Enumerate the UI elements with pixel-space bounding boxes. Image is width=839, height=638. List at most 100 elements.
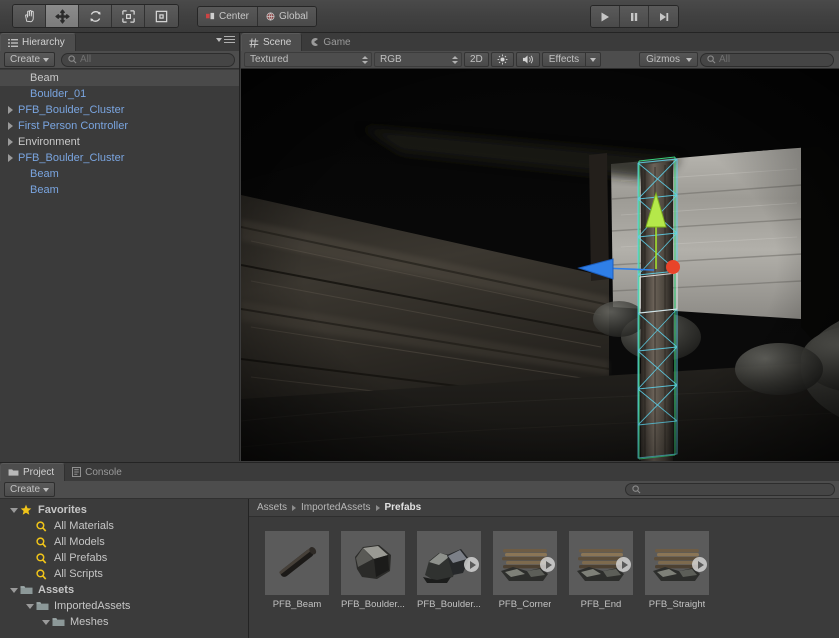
space-mode-button[interactable]: Global — [258, 6, 316, 26]
asset-item[interactable]: PFB_Boulder... — [341, 531, 405, 638]
hierarchy-item[interactable]: PFB_Boulder_Cluster — [0, 102, 239, 118]
toggle-audio-button[interactable] — [515, 52, 540, 67]
move-tool-button[interactable] — [46, 5, 79, 27]
prefab-expand-icon[interactable] — [540, 557, 555, 572]
space-mode-label: Global — [279, 10, 308, 22]
step-button[interactable] — [649, 6, 678, 27]
gizmos-dropdown-arrow[interactable] — [686, 57, 697, 62]
asset-thumbnail[interactable] — [417, 531, 481, 595]
asset-grid[interactable]: PFB_Beam PFB_Boulder... PFB_Boulder... PFB_… — [249, 517, 839, 638]
asset-thumbnail[interactable] — [493, 531, 557, 595]
chevron-right-icon — [7, 106, 13, 114]
expand-toggle[interactable] — [4, 106, 16, 114]
asset-label: PFB_Beam — [272, 599, 322, 610]
project-tree-item[interactable]: All Prefabs — [0, 550, 248, 566]
breadcrumb-item[interactable]: Assets — [257, 502, 287, 513]
tab-hierarchy[interactable]: Hierarchy — [0, 33, 76, 51]
draw-mode-dropdown[interactable]: Textured — [244, 52, 372, 67]
hand-tool-button[interactable] — [13, 5, 46, 27]
prefab-expand-icon[interactable] — [616, 557, 631, 572]
project-tree-label: All Prefabs — [54, 552, 108, 564]
asset-label: PFB_Boulder... — [341, 599, 405, 610]
project-tree-item[interactable]: All Materials — [0, 518, 248, 534]
prefab-expand-icon[interactable] — [692, 557, 707, 572]
hierarchy-panel: Hierarchy Create All Beam Boulder_01 PFB… — [0, 33, 240, 461]
project-tree-label: Favorites — [38, 504, 87, 516]
folder-icon — [20, 585, 35, 595]
rotate-tool-button[interactable] — [79, 5, 112, 27]
breadcrumb-item[interactable]: ImportedAssets — [301, 502, 370, 513]
updown-icon — [362, 55, 368, 64]
collapse-toggle[interactable] — [8, 587, 20, 593]
collapse-toggle[interactable] — [24, 603, 36, 609]
hierarchy-item-label: Environment — [18, 136, 80, 148]
breadcrumb-item[interactable]: Prefabs — [385, 502, 422, 513]
hierarchy-panel-menu[interactable] — [216, 36, 235, 43]
rotate-icon — [89, 10, 101, 22]
breadcrumb-separator — [375, 504, 380, 511]
hierarchy-item[interactable]: Boulder_01 — [0, 86, 239, 102]
pivot-space-group: Center Global — [197, 5, 317, 27]
project-create-button[interactable]: Create — [4, 482, 56, 497]
effects-button[interactable]: Effects — [541, 52, 602, 67]
hierarchy-search-input[interactable]: All — [61, 52, 235, 67]
hierarchy-item[interactable]: Beam — [0, 182, 239, 198]
pivot-center-icon — [206, 12, 215, 19]
expand-toggle[interactable] — [4, 122, 16, 130]
prefab-expand-icon[interactable] — [464, 557, 479, 572]
expand-toggle[interactable] — [4, 138, 16, 146]
project-tree-item[interactable]: ImportedAssets — [0, 598, 248, 614]
pivot-mode-button[interactable]: Center — [198, 6, 259, 26]
project-tree-item[interactable]: Meshes — [0, 614, 248, 630]
gizmos-button[interactable]: Gizmos — [639, 52, 698, 67]
hierarchy-item[interactable]: PFB_Boulder_Cluster — [0, 150, 239, 166]
project-tree-item[interactable]: Assets — [0, 582, 248, 598]
hierarchy-create-button[interactable]: Create — [4, 52, 56, 67]
hierarchy-item-label: PFB_Boulder_Cluster — [18, 104, 125, 116]
expand-toggle[interactable] — [4, 154, 16, 162]
asset-thumbnail[interactable] — [341, 531, 405, 595]
folder-icon — [36, 601, 51, 611]
scene-viewport[interactable] — [241, 69, 839, 461]
project-tree-item[interactable]: All Scripts — [0, 566, 248, 582]
chevron-down-icon — [43, 487, 50, 492]
tab-scene[interactable]: Scene — [241, 33, 303, 51]
tab-project[interactable]: Project — [0, 463, 66, 481]
asset-item[interactable]: PFB_Beam — [265, 531, 329, 638]
collapse-toggle[interactable] — [40, 619, 52, 625]
hierarchy-item[interactable]: Beam — [0, 70, 239, 86]
project-tree-item[interactable]: All Models — [0, 534, 248, 550]
tab-game[interactable]: Game — [302, 33, 361, 51]
asset-item[interactable]: PFB_Straight — [645, 531, 709, 638]
project-tree-item[interactable]: Favorites — [0, 502, 248, 518]
scale-tool-button[interactable] — [112, 5, 145, 27]
hierarchy-item[interactable]: Beam — [0, 166, 239, 182]
pause-button[interactable] — [620, 6, 649, 27]
asset-thumbnail[interactable] — [265, 531, 329, 595]
play-button[interactable] — [591, 6, 620, 27]
rect-tool-button[interactable] — [145, 5, 178, 27]
color-mode-dropdown[interactable]: RGB — [374, 52, 462, 67]
asset-thumbnail[interactable] — [569, 531, 633, 595]
hierarchy-item[interactable]: First Person Controller — [0, 118, 239, 134]
asset-item[interactable]: PFB_Boulder... — [417, 531, 481, 638]
toggle-lighting-button[interactable] — [490, 52, 514, 67]
collapse-toggle[interactable] — [8, 507, 20, 513]
search-icon — [632, 485, 641, 494]
project-tree-label: All Materials — [54, 520, 114, 532]
breadcrumb[interactable]: Assets ImportedAssets Prefabs — [249, 499, 839, 517]
scene-search-input[interactable]: All — [700, 52, 834, 67]
asset-label: PFB_End — [580, 599, 622, 610]
asset-item[interactable]: PFB_Corner — [493, 531, 557, 638]
effects-dropdown-arrow[interactable] — [585, 53, 600, 66]
toggle-2d-button[interactable]: 2D — [464, 52, 489, 67]
gizmos-label: Gizmos — [646, 54, 680, 65]
asset-item[interactable]: PFB_End — [569, 531, 633, 638]
project-folder-icon — [8, 469, 19, 476]
asset-thumbnail[interactable] — [645, 531, 709, 595]
hierarchy-item[interactable]: Environment — [0, 134, 239, 150]
project-tree[interactable]: Favorites All Materials All Models All Pref… — [0, 499, 249, 638]
tab-console[interactable]: Console — [65, 463, 132, 481]
project-search-input[interactable] — [625, 483, 835, 496]
hierarchy-list[interactable]: Beam Boulder_01 PFB_Boulder_Cluster First P… — [0, 69, 239, 461]
